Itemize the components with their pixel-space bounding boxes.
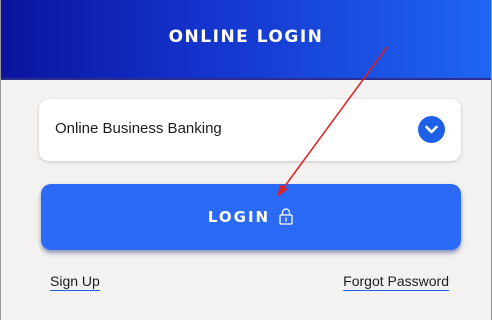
chevron-down-icon[interactable] <box>418 116 445 143</box>
login-button[interactable]: LOGIN <box>41 184 461 250</box>
header-bar: ONLINE LOGIN <box>1 0 491 80</box>
login-button-content: LOGIN <box>41 207 461 229</box>
sign-up-link[interactable]: Sign Up <box>50 273 100 289</box>
select-value: Online Business Banking <box>55 120 222 137</box>
login-button-label: LOGIN <box>207 208 271 226</box>
lock-icon <box>278 207 294 229</box>
forgot-password-link[interactable]: Forgot Password <box>343 273 449 289</box>
login-widget: ONLINE LOGIN Online Business Banking LOG… <box>0 0 492 320</box>
page-title: ONLINE LOGIN <box>168 27 324 47</box>
banking-type-select[interactable]: Online Business Banking <box>39 99 461 161</box>
